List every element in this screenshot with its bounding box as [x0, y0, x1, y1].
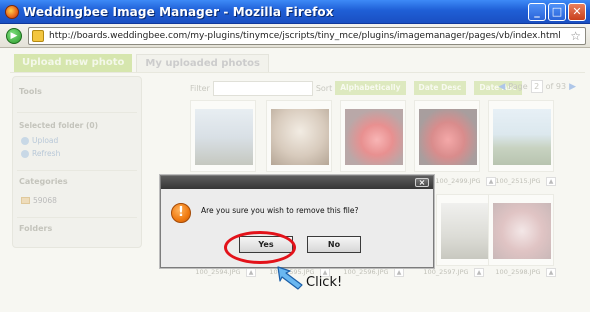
maximize-button[interactable]: □ — [548, 3, 566, 21]
firefox-icon — [5, 4, 19, 19]
selected-folder-heading: Selected folder (0) — [19, 121, 99, 130]
prev-page-icon[interactable]: ◀ — [498, 82, 505, 92]
upload-label: Upload — [32, 136, 59, 145]
thumbnail-image — [271, 109, 329, 165]
sort-date-desc-button[interactable]: Date Desc — [413, 81, 467, 95]
pagination: ◀ Page 2 of 93 ▶ — [498, 80, 576, 93]
folders-heading: Folders — [19, 224, 53, 233]
photo-thumbnail[interactable] — [190, 100, 256, 172]
tab-divider — [10, 72, 585, 73]
thumbnail-filename: 100_2515.JPG — [495, 177, 541, 185]
thumbnail-image — [195, 109, 253, 165]
arrow-up-icon[interactable]: ▲ — [546, 267, 556, 277]
filter-input[interactable] — [212, 80, 313, 96]
filter-sort-toolbar: Filter Sort Alphabetically Date Desc Dat… — [190, 80, 522, 96]
window-title: Weddingbee Image Manager - Mozilla Firef… — [23, 4, 334, 19]
page-total: of 93 — [545, 82, 567, 91]
dialog-close-button[interactable]: × — [415, 178, 429, 187]
upload-icon — [21, 136, 29, 145]
thumbnail-caption: 100_2598.JPG ▲ — [492, 266, 556, 278]
dialog-titlebar: × — [161, 176, 433, 189]
thumbnail-image — [493, 109, 551, 165]
sort-label: Sort — [315, 83, 333, 93]
sidebar-item-category[interactable]: 59068 — [13, 194, 141, 207]
tools-heading: Tools — [19, 87, 42, 96]
folder-icon — [21, 197, 30, 204]
sidebar-item-upload[interactable]: Upload — [13, 134, 141, 147]
refresh-label: Refresh — [32, 149, 61, 158]
thumbnail-caption: 100_2499.JPG ▲ — [432, 175, 496, 187]
sort-alphabetically-button[interactable]: Alphabetically — [335, 81, 406, 95]
photo-thumbnail[interactable] — [488, 100, 554, 172]
sidebar-item-refresh[interactable]: Refresh — [13, 147, 141, 160]
photo-thumbnail[interactable] — [488, 194, 554, 266]
sidebar-divider — [17, 217, 137, 218]
tab-bar: Upload new photo My uploaded photos — [14, 54, 269, 72]
window-titlebar: Weddingbee Image Manager - Mozilla Firef… — [0, 0, 590, 24]
highlight-circle — [224, 231, 296, 264]
window-controls: _ □ ✕ — [528, 3, 586, 21]
sidebar-divider — [17, 112, 137, 113]
bookmark-star-icon[interactable]: ☆ — [570, 28, 581, 44]
arrow-up-icon[interactable]: ▲ — [394, 267, 404, 277]
thumbnail-image — [419, 109, 477, 165]
sidebar: Tools Selected folder (0) Upload Refresh… — [12, 76, 142, 248]
thumbnail-image — [345, 109, 403, 165]
arrow-up-icon[interactable]: ▲ — [246, 267, 256, 277]
click-annotation: Click! — [306, 275, 343, 290]
photo-thumbnail[interactable] — [266, 100, 332, 172]
url-field[interactable]: http://boards.weddingbee.com/my-plugins/… — [28, 27, 586, 45]
sidebar-divider — [17, 170, 137, 171]
page-label: Page — [508, 82, 528, 91]
tab-my-uploaded-photos[interactable]: My uploaded photos — [136, 54, 269, 72]
url-text: http://boards.weddingbee.com/my-plugins/… — [49, 31, 561, 41]
arrow-up-icon[interactable]: ▲ — [474, 267, 484, 277]
warning-icon: ! — [171, 203, 191, 223]
address-bar-area: ▶ http://boards.weddingbee.com/my-plugin… — [0, 24, 590, 48]
arrow-up-icon[interactable]: ▲ — [546, 176, 556, 186]
no-button[interactable]: No — [307, 236, 361, 253]
thumbnail-filename: 100_2499.JPG — [435, 177, 481, 185]
minimize-button[interactable]: _ — [528, 3, 546, 21]
photo-thumbnail[interactable] — [340, 100, 406, 172]
go-icon[interactable]: ▶ — [6, 28, 22, 44]
dialog-message: Are you sure you wish to remove this fil… — [201, 206, 359, 215]
category-label: 59068 — [33, 196, 57, 205]
tab-upload-new-photo[interactable]: Upload new photo — [14, 54, 133, 72]
photo-thumbnail[interactable] — [414, 100, 480, 172]
thumbnail-filename: 100_2598.JPG — [495, 268, 541, 276]
next-page-icon[interactable]: ▶ — [569, 82, 576, 92]
pointer-arrow-icon — [277, 266, 303, 290]
page-number-input[interactable]: 2 — [530, 80, 543, 93]
confirm-remove-dialog: × ! Are you sure you wish to remove this… — [160, 175, 434, 268]
categories-heading: Categories — [19, 177, 68, 186]
site-favicon-icon — [32, 30, 44, 42]
refresh-icon — [21, 149, 29, 158]
thumbnail-caption: 100_2515.JPG ▲ — [492, 175, 556, 187]
thumbnail-image — [493, 203, 551, 259]
filter-label: Filter — [190, 83, 210, 93]
close-window-button[interactable]: ✕ — [568, 3, 586, 21]
